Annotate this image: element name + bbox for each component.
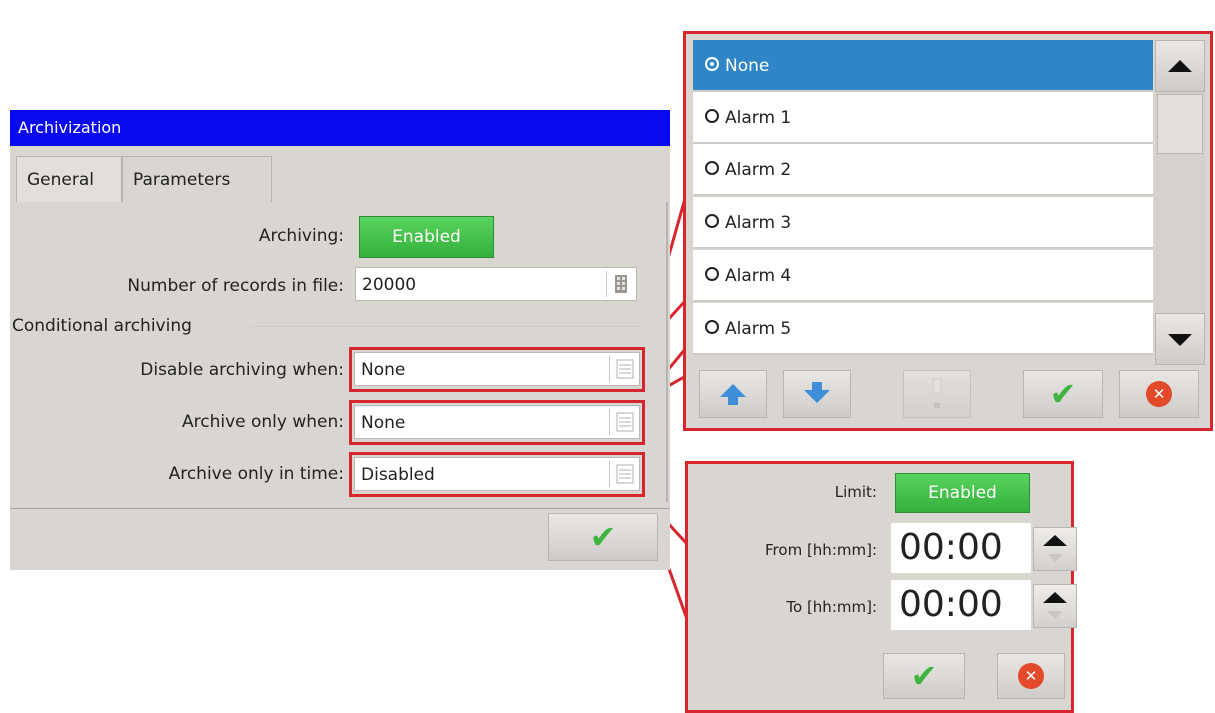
edit-icon <box>932 378 942 408</box>
arrow-down-icon <box>804 382 830 403</box>
only-time-label: Archive only in time: <box>168 464 344 484</box>
arrow-up-icon <box>720 384 746 405</box>
list-item[interactable]: Alarm 2 <box>693 144 1153 196</box>
list-icon[interactable] <box>609 409 638 435</box>
only-when-label: Archive only when: <box>181 412 344 432</box>
tab-parameters[interactable]: Parameters <box>122 156 272 202</box>
list-item[interactable]: Alarm 4 <box>693 250 1153 302</box>
section-label: Conditional archiving <box>12 316 192 336</box>
radio-icon <box>705 214 719 228</box>
list-item[interactable]: Alarm 5 <box>693 303 1153 355</box>
keypad-icon[interactable] <box>606 271 635 297</box>
limit-label: Limit: <box>834 483 877 501</box>
edit-button[interactable] <box>903 370 971 418</box>
tab-general[interactable]: General <box>16 156 122 202</box>
archivization-dialog: Archivization General Parameters Archivi… <box>10 110 670 570</box>
alarm-select-popup: None Alarm 1 Alarm 2 Alarm 3 Alarm 4 Ala… <box>683 31 1213 431</box>
scroll-down-button[interactable] <box>1155 313 1205 365</box>
archiving-label: Archiving: <box>258 226 344 246</box>
checkmark-icon: ✔ <box>1049 375 1077 413</box>
from-time-input[interactable]: 00:00 <box>891 523 1031 573</box>
move-up-button[interactable] <box>699 370 767 418</box>
radio-icon <box>705 57 719 71</box>
limit-cancel-button[interactable]: ✕ <box>997 653 1065 699</box>
list-item[interactable]: Alarm 3 <box>693 197 1153 249</box>
radio-icon <box>705 109 719 123</box>
to-spin-button[interactable] <box>1033 584 1077 628</box>
scroll-up-button[interactable] <box>1155 40 1205 92</box>
list-icon[interactable] <box>609 461 638 487</box>
dialog-title: Archivization <box>10 110 670 146</box>
checkmark-icon: ✔ <box>910 657 938 695</box>
move-down-button[interactable] <box>783 370 851 418</box>
confirm-button[interactable]: ✔ <box>1023 370 1103 418</box>
disable-when-select[interactable]: None <box>354 352 640 386</box>
checkmark-icon: ✔ <box>589 518 617 556</box>
radio-icon <box>705 320 719 334</box>
list-icon[interactable] <box>609 356 638 382</box>
limit-toggle-button[interactable]: Enabled <box>895 473 1030 513</box>
only-when-select[interactable]: None <box>354 405 640 439</box>
from-label: From [hh:mm]: <box>765 541 877 559</box>
scrollbar-thumb[interactable] <box>1157 94 1203 154</box>
only-time-select[interactable]: Disabled <box>354 457 640 491</box>
close-icon: ✕ <box>1146 381 1172 407</box>
records-label: Number of records in file: <box>127 276 344 296</box>
limit-ok-button[interactable]: ✔ <box>883 653 965 699</box>
cancel-button[interactable]: ✕ <box>1119 370 1199 418</box>
records-input[interactable]: 20000 <box>355 267 637 301</box>
close-icon: ✕ <box>1018 663 1044 689</box>
disable-when-label: Disable archiving when: <box>140 360 344 380</box>
from-spin-button[interactable] <box>1033 527 1077 571</box>
list-item[interactable]: Alarm 1 <box>693 92 1153 144</box>
radio-icon <box>705 161 719 175</box>
time-limit-panel: Limit: Enabled From [hh:mm]: 00:00 To [h… <box>685 461 1077 713</box>
to-time-input[interactable]: 00:00 <box>891 580 1031 630</box>
to-label: To [hh:mm]: <box>786 598 877 616</box>
radio-icon <box>705 267 719 281</box>
section-divider <box>250 326 640 327</box>
ok-button[interactable]: ✔ <box>548 513 658 561</box>
list-item[interactable]: None <box>693 40 1153 92</box>
footer-divider <box>10 508 670 509</box>
archiving-toggle-button[interactable]: Enabled <box>359 216 494 258</box>
